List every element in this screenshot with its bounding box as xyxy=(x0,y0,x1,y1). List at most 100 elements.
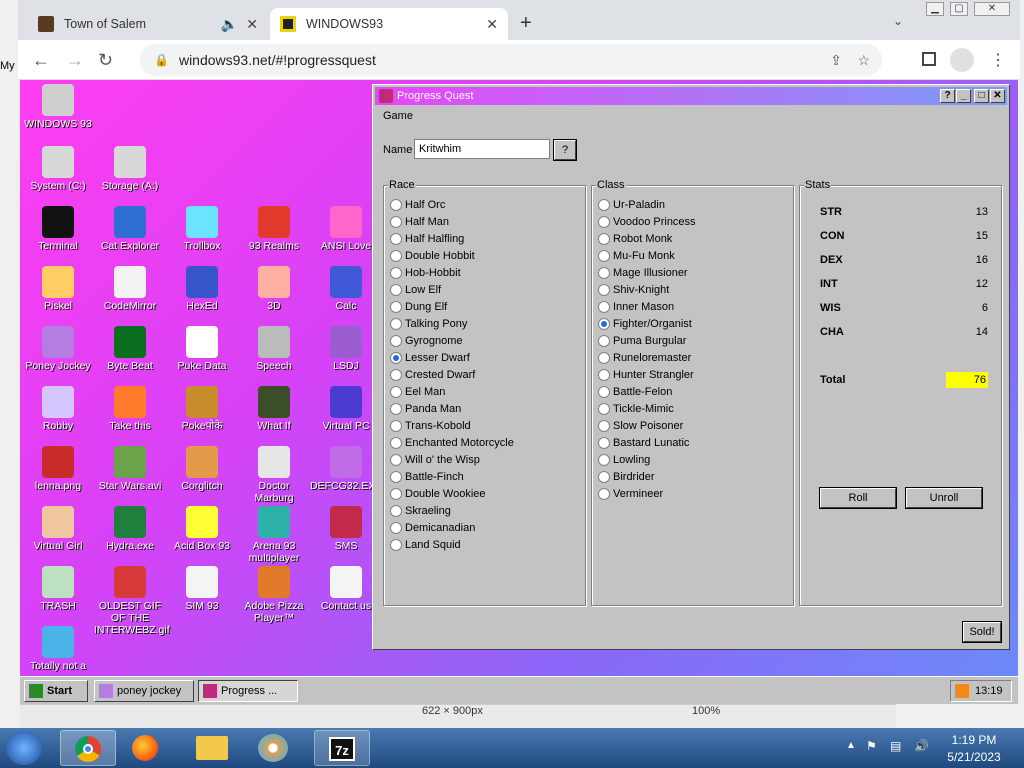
menu-game[interactable]: Game xyxy=(383,110,413,122)
radio-button[interactable] xyxy=(598,420,610,432)
radio-button[interactable] xyxy=(598,318,610,330)
radio-button[interactable] xyxy=(390,471,402,483)
desktop-icon[interactable]: 3D xyxy=(238,266,310,312)
desktop-icon[interactable]: lenna.png xyxy=(22,446,94,492)
help-button[interactable]: ? xyxy=(940,89,955,103)
radio-button[interactable] xyxy=(390,386,402,398)
close-tab-icon[interactable]: ✕ xyxy=(486,16,498,33)
desktop-icon[interactable]: Speech xyxy=(238,326,310,372)
desktop-icon[interactable]: Terminal xyxy=(22,206,94,252)
class-option[interactable]: Mage Illusioner xyxy=(598,266,688,280)
back-icon[interactable]: ← xyxy=(32,50,50,71)
tab-town-of-salem[interactable]: Town of Salem 🔈 ✕ xyxy=(28,8,268,40)
firefox-icon[interactable] xyxy=(132,735,158,761)
system-time[interactable]: 1:19 PM xyxy=(934,733,1014,747)
desktop-icon[interactable]: What If xyxy=(238,386,310,432)
bookmark-star-icon[interactable]: ☆ xyxy=(857,52,870,69)
class-option[interactable]: Mu-Fu Monk xyxy=(598,249,675,263)
class-option[interactable]: Bastard Lunatic xyxy=(598,436,689,450)
file-explorer-icon[interactable] xyxy=(196,736,228,760)
race-option[interactable]: Half Man xyxy=(390,215,449,229)
radio-button[interactable] xyxy=(390,284,402,296)
maximize-button[interactable]: □ xyxy=(974,89,989,103)
menu-icon[interactable]: ⋮ xyxy=(990,50,1006,70)
desktop-icon[interactable]: Acid Box 93 xyxy=(166,506,238,552)
race-option[interactable]: Land Squid xyxy=(390,538,461,552)
minimize-button[interactable]: ▁ xyxy=(926,2,944,16)
radio-button[interactable] xyxy=(390,454,402,466)
race-option[interactable]: Talking Pony xyxy=(390,317,467,331)
radio-button[interactable] xyxy=(390,216,402,228)
race-option[interactable]: Hob-Hobbit xyxy=(390,266,461,280)
race-option[interactable]: Half Halfling xyxy=(390,232,464,246)
desktop-icon[interactable]: SIM 93 xyxy=(166,566,238,612)
reload-icon[interactable]: ↻ xyxy=(98,50,113,71)
radio-button[interactable] xyxy=(598,437,610,449)
profile-avatar[interactable] xyxy=(950,48,974,72)
taskbar-7zip[interactable]: 7z xyxy=(314,730,370,766)
desktop-icon[interactable]: Star Wars.avi xyxy=(94,446,166,492)
radio-button[interactable] xyxy=(390,301,402,313)
race-option[interactable]: Trans-Kobold xyxy=(390,419,471,433)
desktop-icon[interactable]: Byte Beat xyxy=(94,326,166,372)
radio-button[interactable] xyxy=(598,250,610,262)
radio-button[interactable] xyxy=(390,505,402,517)
radio-button[interactable] xyxy=(390,267,402,279)
desktop-icon[interactable]: Take this xyxy=(94,386,166,432)
class-option[interactable]: Puma Burgular xyxy=(598,334,686,348)
desktop-icon[interactable]: Virtual Girl xyxy=(22,506,94,552)
desktop-icon[interactable]: Cat Explorer xyxy=(94,206,166,252)
desktop-icon[interactable]: TRASH xyxy=(22,566,94,612)
radio-button[interactable] xyxy=(390,420,402,432)
desktop-icon[interactable]: Hydra.exe xyxy=(94,506,166,552)
radio-button[interactable] xyxy=(390,199,402,211)
desktop-icon[interactable]: Doctor Marburg xyxy=(238,446,310,504)
taskbar-chrome[interactable] xyxy=(60,730,116,766)
radio-button[interactable] xyxy=(390,335,402,347)
radio-button[interactable] xyxy=(598,488,610,500)
action-center-icon[interactable]: ⚑ xyxy=(866,739,877,753)
class-option[interactable]: Birdrider xyxy=(598,470,655,484)
radio-button[interactable] xyxy=(598,301,610,313)
race-option[interactable]: Panda Man xyxy=(390,402,461,416)
radio-button[interactable] xyxy=(390,233,402,245)
tab-search-icon[interactable]: ⌄ xyxy=(893,14,903,28)
new-tab-button[interactable]: + xyxy=(520,12,532,35)
radio-button[interactable] xyxy=(598,199,610,211)
desktop-icon[interactable]: Trollbox xyxy=(166,206,238,252)
radio-button[interactable] xyxy=(598,216,610,228)
race-option[interactable]: Demicanadian xyxy=(390,521,475,535)
race-option[interactable]: Half Orc xyxy=(390,198,445,212)
desktop-icon[interactable]: Piskel xyxy=(22,266,94,312)
start-button[interactable]: Start xyxy=(24,680,88,702)
race-option[interactable]: Gyrognome xyxy=(390,334,462,348)
close-button[interactable]: ✕ xyxy=(974,2,1010,16)
class-option[interactable]: Inner Mason xyxy=(598,300,674,314)
radio-button[interactable] xyxy=(598,369,610,381)
radio-button[interactable] xyxy=(598,386,610,398)
race-option[interactable]: Low Elf xyxy=(390,283,441,297)
tray-expand-icon[interactable]: ▲ xyxy=(846,740,856,751)
system-date[interactable]: 5/21/2023 xyxy=(934,750,1014,764)
race-option[interactable]: Crested Dwarf xyxy=(390,368,475,382)
radio-button[interactable] xyxy=(390,539,402,551)
class-option[interactable]: Robot Monk xyxy=(598,232,672,246)
race-option[interactable]: Double Wookiee xyxy=(390,487,486,501)
desktop-icon[interactable]: CodeMirror xyxy=(94,266,166,312)
race-option[interactable]: Enchanted Motorcycle xyxy=(390,436,514,450)
desktop-icon[interactable]: Puke Data xyxy=(166,326,238,372)
task-progress-quest[interactable]: Progress ... xyxy=(198,680,298,702)
desktop-icon[interactable]: System (C:) xyxy=(22,146,94,192)
desktop-icon[interactable]: Adobe Pizza Player™ xyxy=(238,566,310,624)
maximize-button[interactable]: ▢ xyxy=(950,2,968,16)
class-option[interactable]: Fighter/Organist xyxy=(598,317,692,331)
radio-button[interactable] xyxy=(390,352,402,364)
radio-button[interactable] xyxy=(390,403,402,415)
radio-button[interactable] xyxy=(598,352,610,364)
class-option[interactable]: Voodoo Princess xyxy=(598,215,696,229)
desktop-icon[interactable]: Storage (A:) xyxy=(94,146,166,192)
radio-button[interactable] xyxy=(598,471,610,483)
radio-button[interactable] xyxy=(598,233,610,245)
desktop-icon[interactable]: Totally not a xyxy=(22,626,94,672)
radio-button[interactable] xyxy=(390,369,402,381)
